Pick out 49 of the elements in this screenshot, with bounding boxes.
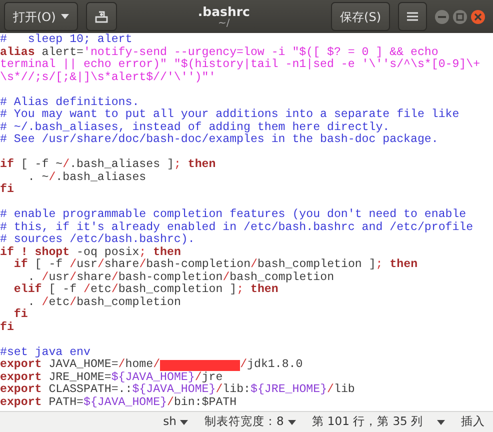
code-text: /jdk1.8.0 [240, 359, 303, 372]
code-line: # You may want to put all your additions into a separate file like [0, 109, 460, 122]
code-line: if [ -f ~/.bash_aliases ]; then [0, 159, 217, 172]
code-line: export CLASSPATH=.:${JAVA_HOME}/lib:${JRE_HOME}/lib [0, 384, 356, 396]
code-line: elif [ -f /etc/bash_completion ]; then [12, 284, 280, 296]
code-line: \s*//;s/[;&|]\s*alert$//'\'')"' [0, 72, 217, 84]
code-line: . /etc/bash_completion [28, 296, 182, 309]
code-line: fi [0, 184, 15, 196]
code-line: # Alias definitions. [0, 96, 140, 109]
maximize-icon [456, 12, 464, 20]
menu-button[interactable] [398, 2, 427, 31]
code-line: fi [14, 309, 29, 322]
code-line: # See /usr/share/doc/bash-doc/examples in the bash-doc package. [0, 134, 440, 146]
code-text: export JAVA_HOME=/home/ [0, 359, 160, 372]
close-icon [474, 12, 482, 20]
cursor-position-dropdown[interactable]: 第 101 行，第 35 列 [304, 413, 453, 431]
language-dropdown[interactable]: sh [155, 413, 196, 431]
caret-icon [60, 14, 69, 19]
window-subtitle: ~/ [218, 18, 230, 28]
minimize-button[interactable] [435, 10, 449, 24]
code-line: # enable programmable completion features (you don't need to enable [0, 209, 468, 222]
document-plus-icon [94, 10, 108, 22]
code-line: # this, if it's already enabled in /etc/bash.bashrc and /etc/profile [0, 222, 474, 234]
menu-icon [407, 12, 418, 21]
save-button[interactable]: 保存(S) [331, 2, 390, 31]
code-line: # sources /etc/bash.bashrc). [0, 234, 196, 246]
maximize-button[interactable] [453, 10, 467, 24]
code-line: if [ -f /usr/share/bash-completion/bash_completion ]; then [12, 259, 419, 272]
caret-icon [288, 420, 296, 424]
open-button[interactable]: 打开(O) [4, 2, 78, 31]
code-line: # ~/.bash_aliases, instead of adding them here directly. [0, 122, 391, 134]
code-line: export JRE_HOME=${JAVA_HOME}/jre [0, 372, 224, 384]
code-line: fi [0, 322, 15, 334]
insert-mode-label: 插入 [460, 413, 486, 430]
caret-icon [180, 420, 188, 424]
code-line: export PATH=${JAVA_HOME}/bin:$PATH [0, 396, 238, 409]
code-line: if ! shopt -oq posix; then [0, 246, 182, 258]
new-document-button[interactable] [86, 2, 117, 31]
code-line: . /usr/share/bash-completion/bash_completion [28, 272, 336, 284]
code-line: terminal || echo error)" "$(history|tail -n1|sed -e '\''s/^\s*[0-9]\+ [0, 59, 482, 72]
tab-width-dropdown[interactable]: 制表符宽度：8 [196, 413, 304, 431]
caret-icon [437, 420, 445, 424]
minimize-icon [438, 16, 446, 18]
window-title: .bashrc [198, 4, 250, 18]
close-button[interactable] [471, 10, 485, 24]
code-line: alias alert='notify-send --urgency=low -i "$([ $? = 0 ] && echo [0, 46, 440, 58]
code-line: # sleep 10; alert [0, 34, 134, 46]
code-line: #set java env [0, 346, 92, 359]
code-line: . ~/.bash_aliases [26, 172, 148, 184]
